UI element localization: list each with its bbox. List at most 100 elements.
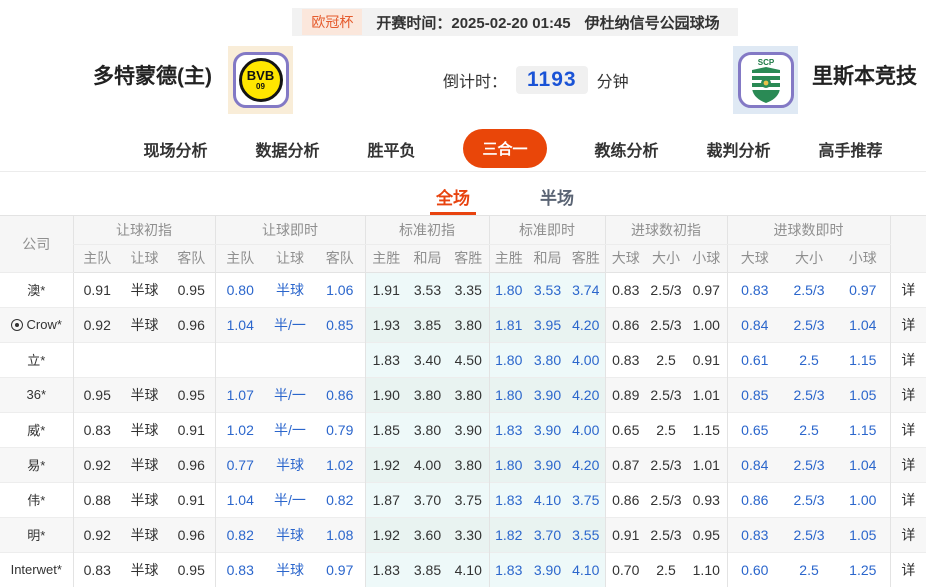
top-info-bar: 欧冠杯 开赛时间：2025-02-20 01:45 伊杜纳信号公园球场 bbox=[0, 0, 926, 36]
odds-cell: 0.84 bbox=[726, 306, 783, 342]
detail-link[interactable]: 详 bbox=[889, 411, 926, 447]
odds-cell: 0.92 bbox=[72, 516, 121, 552]
odds-cell: 0.95 bbox=[686, 516, 728, 552]
odds-cell: 半球 bbox=[121, 376, 168, 412]
period-tab-0[interactable]: 全场 bbox=[430, 172, 476, 215]
odds-cell: 半球 bbox=[121, 551, 168, 587]
odds-cell: 3.90 bbox=[528, 551, 567, 587]
odds-cell: 半/一 bbox=[265, 306, 315, 342]
odds-cell: 1.81 bbox=[488, 306, 528, 342]
odds-cell: 半球 bbox=[121, 481, 168, 517]
odds-cell: 3.53 bbox=[407, 271, 448, 307]
odds-cell: 0.83 bbox=[72, 411, 121, 447]
odds-cell: 1.01 bbox=[686, 376, 728, 412]
bvb-crest: BVB 09 bbox=[238, 58, 283, 102]
scp-crest-text: SCP bbox=[757, 58, 774, 67]
period-tab-1[interactable]: 半场 bbox=[534, 172, 580, 215]
odds-cell: 3.80 bbox=[448, 376, 489, 412]
odds-cell: 2.5/3 bbox=[646, 376, 686, 412]
detail-link[interactable]: 详 bbox=[889, 271, 926, 307]
sub-header: 主胜 bbox=[364, 244, 407, 272]
odds-cell: 半球 bbox=[265, 551, 315, 587]
table-row: 澳* 0.91 半球 0.95 0.80 半球 1.06 1.91 3.53 3.35 1.80 3.… bbox=[0, 271, 926, 307]
kickoff-time: 开赛时间：2025-02-20 01:45 bbox=[376, 12, 570, 33]
away-team-logo: SCP bbox=[733, 46, 798, 114]
countdown-label: 倒计时： bbox=[443, 74, 508, 91]
odds-cell: 2.5/3 bbox=[782, 306, 837, 342]
odds-cell: 0.60 bbox=[726, 551, 783, 587]
odds-cell: 0.96 bbox=[168, 516, 215, 552]
venue-name: 伊杜纳信号公园球场 bbox=[584, 14, 720, 32]
odds-cell: 4.10 bbox=[528, 481, 567, 517]
odds-cell: 0.91 bbox=[168, 411, 215, 447]
odds-cell: 2.5/3 bbox=[646, 306, 686, 342]
odds-cell: 1.04 bbox=[214, 306, 265, 342]
sub-header: 小球 bbox=[686, 244, 728, 272]
company-cell: 威* bbox=[0, 411, 73, 447]
odds-cell: 3.85 bbox=[407, 306, 448, 342]
odds-cell: 0.89 bbox=[604, 376, 646, 412]
odds-cell: 1.83 bbox=[488, 551, 528, 587]
odds-cell: 0.86 bbox=[726, 481, 783, 517]
odds-cell: 0.82 bbox=[214, 516, 265, 552]
odds-cell: 4.20 bbox=[567, 446, 605, 482]
nav-tab-4[interactable]: 教练分析 bbox=[595, 137, 659, 161]
nav-tab-0[interactable]: 现场分析 bbox=[143, 137, 207, 161]
company-cell: Crow* bbox=[0, 306, 73, 342]
nav-tab-2[interactable]: 胜平负 bbox=[367, 137, 415, 161]
odds-cell: 半球 bbox=[265, 271, 315, 307]
odds-cell: 0.83 bbox=[72, 551, 121, 587]
odds-cell bbox=[72, 341, 121, 377]
odds-cell: 1.00 bbox=[836, 481, 891, 517]
odds-cell: 2.5/3 bbox=[646, 481, 686, 517]
group-header-2: 标准初指 bbox=[364, 216, 489, 245]
odds-cell bbox=[265, 341, 315, 377]
odds-cell: 半球 bbox=[121, 446, 168, 482]
nav-tab-6[interactable]: 高手推荐 bbox=[819, 137, 883, 161]
odds-cell: 2.5 bbox=[782, 341, 837, 377]
odds-cell: 1.80 bbox=[488, 446, 528, 482]
odds-table-header: 公司 让球初指 让球即时 标准初指 标准即时 进球数初指 进球数即时 主队 让球 客队 主队 让球 客队… bbox=[0, 216, 926, 273]
odds-cell: 2.5/3 bbox=[782, 376, 837, 412]
sub-header: 大小 bbox=[782, 244, 837, 272]
odds-cell: 1.91 bbox=[364, 271, 407, 307]
table-row: 立* 1.83 3.40 4.50 1.80 3.80 4.00 0.83 2.5 0.91 0.6… bbox=[0, 341, 926, 377]
sub-header: 小球 bbox=[836, 244, 891, 272]
odds-cell: 4.20 bbox=[567, 376, 605, 412]
detail-link[interactable]: 详 bbox=[889, 516, 926, 552]
detail-link[interactable]: 详 bbox=[889, 376, 926, 412]
bvb-crest-sub: 09 bbox=[256, 82, 265, 91]
nav-tab-3[interactable]: 三合一 bbox=[463, 129, 547, 168]
odds-cell: 0.92 bbox=[72, 446, 121, 482]
detail-link[interactable]: 详 bbox=[889, 481, 926, 517]
nav-tab-1[interactable]: 数据分析 bbox=[255, 137, 319, 161]
table-row: Interwet* 0.83 半球 0.95 0.83 半球 0.97 1.83 3.85 4.1… bbox=[0, 551, 926, 587]
company-cell: 易* bbox=[0, 446, 73, 482]
group-header-0: 让球初指 bbox=[72, 216, 215, 245]
detail-link[interactable]: 详 bbox=[889, 341, 926, 377]
odds-cell: 3.90 bbox=[528, 446, 567, 482]
odds-cell: 3.80 bbox=[448, 446, 489, 482]
odds-cell: 0.83 bbox=[604, 341, 646, 377]
odds-cell: 0.95 bbox=[72, 376, 121, 412]
sub-header: 主队 bbox=[72, 244, 121, 272]
odds-cell: 3.40 bbox=[407, 341, 448, 377]
company-cell: 伟* bbox=[0, 481, 73, 517]
sub-header: 让球 bbox=[265, 244, 315, 272]
odds-cell: 0.97 bbox=[836, 271, 891, 307]
odds-cell: 0.92 bbox=[72, 306, 121, 342]
odds-cell: 2.5/3 bbox=[646, 516, 686, 552]
detail-link[interactable]: 详 bbox=[889, 446, 926, 482]
sub-header: 主队 bbox=[214, 244, 265, 272]
odds-cell: 3.75 bbox=[448, 481, 489, 517]
nav-tab-5[interactable]: 裁判分析 bbox=[707, 137, 771, 161]
odds-cell: 1.05 bbox=[836, 516, 891, 552]
company-cell: 澳* bbox=[0, 271, 73, 307]
detail-link[interactable]: 详 bbox=[889, 551, 926, 587]
away-team-name: 里斯本竞技 bbox=[812, 65, 917, 88]
odds-cell: 0.95 bbox=[168, 551, 215, 587]
detail-link[interactable]: 详 bbox=[889, 306, 926, 342]
odds-cell: 3.74 bbox=[567, 271, 605, 307]
company-column-header: 公司 bbox=[0, 216, 73, 273]
period-tabs: 全场 半场 bbox=[0, 172, 926, 216]
